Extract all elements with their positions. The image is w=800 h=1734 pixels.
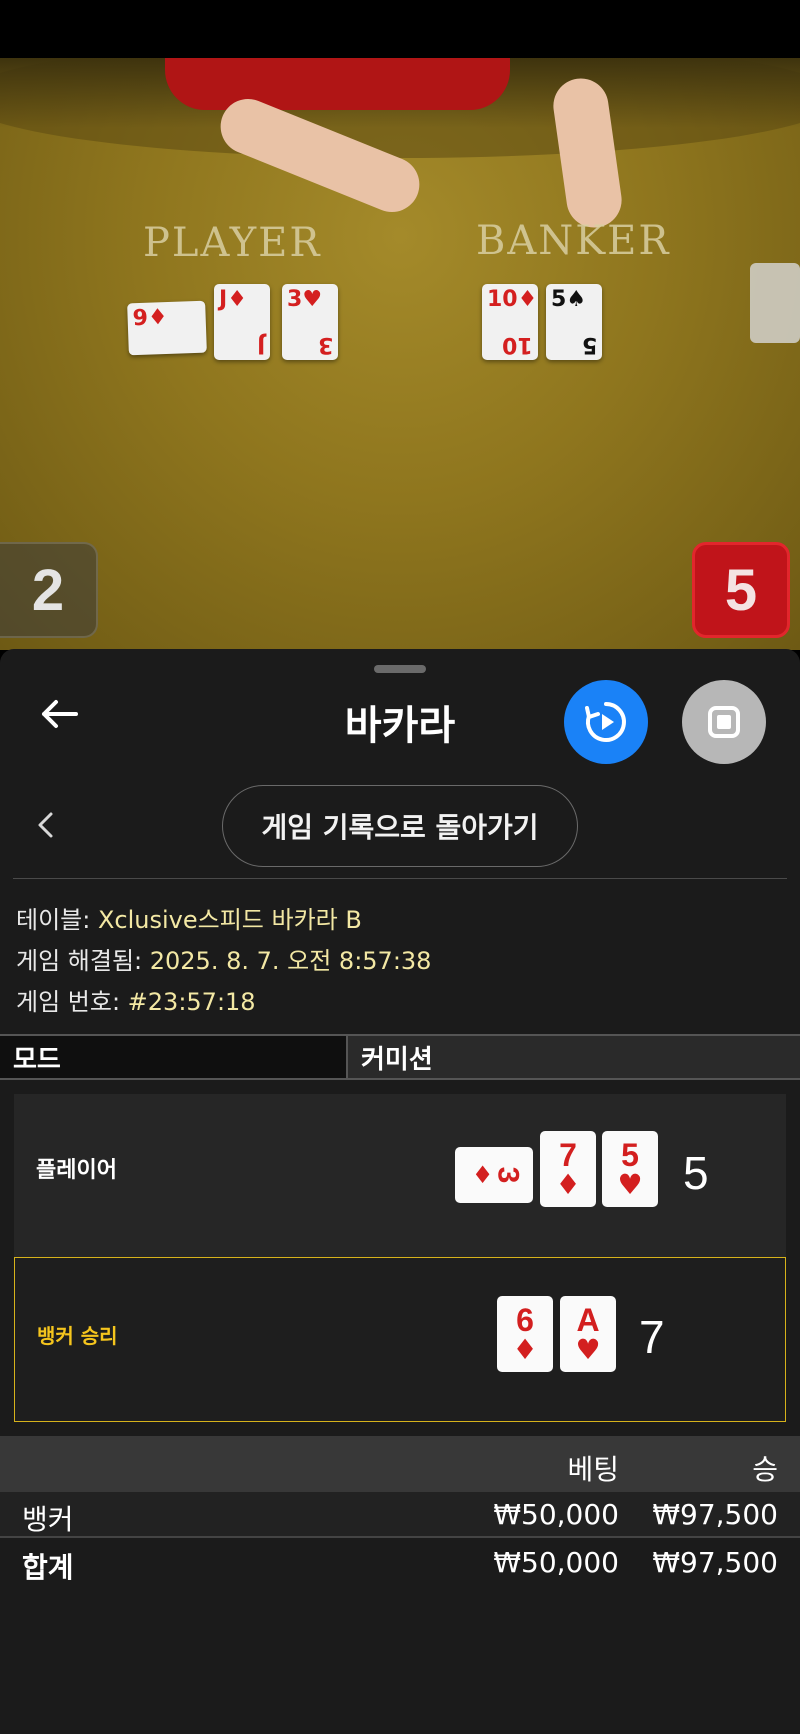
game-number-info: 게임 번호: #23:57:18 (16, 982, 256, 1017)
table-row-total: 합계 ₩50,000 ₩97,500 (0, 1540, 800, 1586)
mode-value: 커미션 (348, 1036, 800, 1078)
divider (13, 878, 787, 879)
table-label-banker: BANKER (476, 218, 671, 264)
table-card: 9♦ (127, 300, 207, 356)
banker-win-label: 뱅커 승리 (37, 1324, 118, 1348)
back-to-game-history-button[interactable]: 게임 기록으로 돌아가기 (222, 785, 578, 867)
table-info-label: 테이블: (16, 906, 98, 934)
table-label-player: PLAYER (143, 220, 322, 266)
player-hand: 플레이어 ♦ 3 7 ♦ 5 ♥ 5 (14, 1094, 786, 1257)
player-hand-total: 5 (683, 1147, 709, 1199)
player-hand-label: 플레이어 (36, 1158, 117, 1183)
stop-icon (708, 706, 740, 738)
bets-table-header: 베팅 승 (0, 1436, 800, 1492)
card: 7 ♦ (540, 1131, 596, 1207)
replay-button[interactable] (564, 680, 648, 764)
resolved-info: 게임 해결됨: 2025. 8. 7. 오전 8:57:38 (16, 941, 431, 976)
player-score-badge: 2 (0, 542, 98, 638)
table-info-value: Xclusive스피드 바카라 B (97, 906, 362, 934)
stop-button[interactable] (682, 680, 766, 764)
resolved-info-label: 게임 해결됨: (16, 947, 150, 975)
card-shoe (750, 263, 800, 343)
table-card: 5♠ 5 (546, 284, 602, 360)
resolved-info-value: 2025. 8. 7. 오전 8:57:38 (149, 947, 432, 975)
game-number-label: 게임 번호: (16, 988, 128, 1016)
total-win-amount: ₩97,500 (652, 1546, 778, 1579)
page-title: 바카라 (344, 703, 456, 749)
card: 5 ♥ (602, 1131, 658, 1207)
replay-icon (585, 702, 626, 742)
live-video-feed: PLAYER BANKER 9♦ J♦ J 3♥ 3 10♦ 10 5♠ 5 2… (0, 58, 800, 650)
banker-hand-total: 7 (639, 1311, 665, 1363)
table-card: 10♦ 10 (482, 284, 538, 360)
total-bet-amount: ₩50,000 (493, 1546, 619, 1579)
win-column-header: 승 (752, 1453, 778, 1486)
bet-name: 뱅커 (22, 1503, 74, 1536)
mode-label: 모드 (0, 1036, 348, 1078)
dealer (165, 58, 510, 110)
banker-hand: 뱅커 승리 6 ♦ A ♥ 7 (14, 1257, 786, 1422)
drag-handle[interactable] (374, 665, 426, 673)
table-row: 뱅커 ₩50,000 ₩97,500 (0, 1492, 800, 1538)
bet-amount: ₩50,000 (493, 1498, 619, 1531)
card: ♦ 3 (455, 1147, 533, 1203)
mode-row: 모드 커미션 (0, 1034, 800, 1080)
card: 6 ♦ (497, 1296, 553, 1372)
table-card: J♦ J (214, 284, 270, 360)
banker-score-badge: 5 (692, 542, 790, 638)
total-label: 합계 (22, 1551, 74, 1584)
table-card: 3♥ 3 (282, 284, 338, 360)
game-details-sheet: 바카라 게임 기록으로 돌아가기 테이블: Xclusive스피드 바카라 B … (0, 649, 800, 1734)
card: A ♥ (560, 1296, 616, 1372)
win-amount: ₩97,500 (652, 1498, 778, 1531)
chevron-left-icon (38, 812, 53, 838)
bet-column-header: 베팅 (567, 1453, 619, 1486)
game-number-value: #23:57:18 (127, 988, 256, 1016)
table-info: 테이블: Xclusive스피드 바카라 B (16, 900, 362, 935)
previous-button[interactable] (30, 805, 60, 845)
